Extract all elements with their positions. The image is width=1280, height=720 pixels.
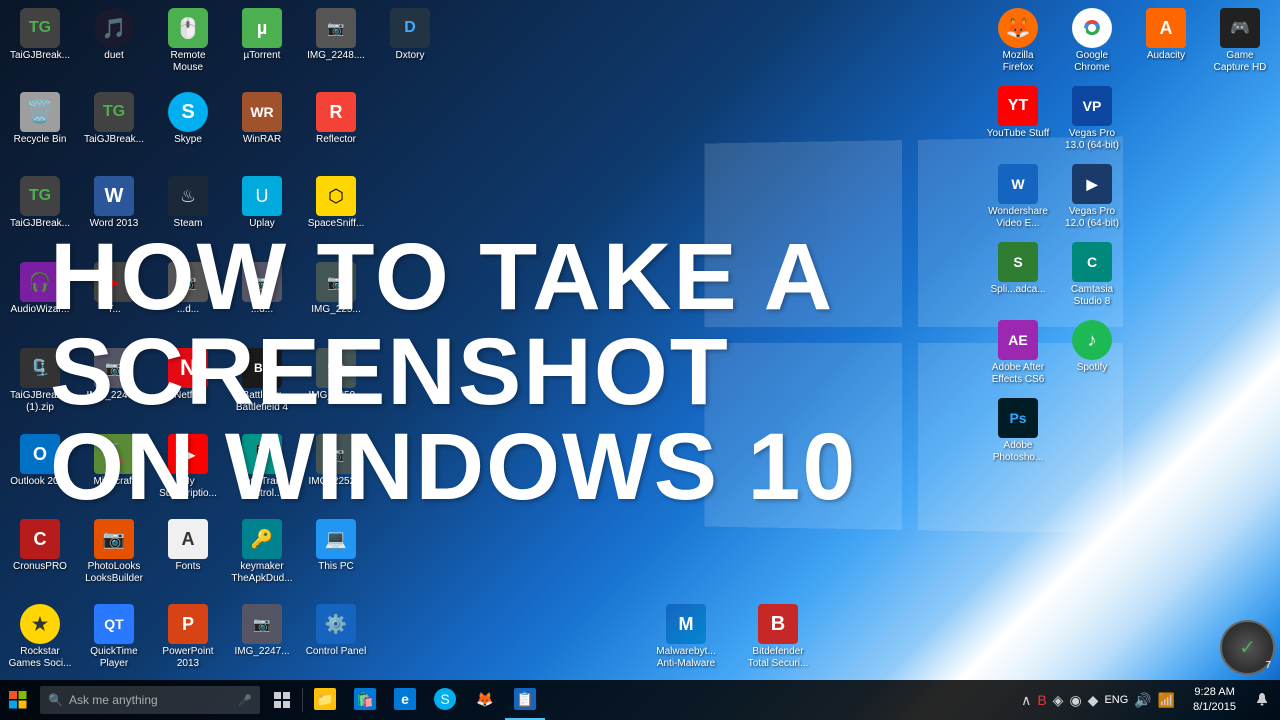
taskbar-clock[interactable]: 9:28 AM 8/1/2015: [1185, 685, 1244, 716]
notification-circle[interactable]: ✓ 7: [1220, 620, 1275, 675]
icon-taigjbreak2[interactable]: TG TaiGJBreak...: [78, 88, 150, 150]
icon-this-pc[interactable]: 💻 This PC: [300, 515, 372, 589]
icon-fonts[interactable]: A Fonts: [152, 515, 224, 589]
taskbar-search[interactable]: 🔍 Ask me anything 🎤: [40, 686, 260, 714]
icon-game-capture[interactable]: 🎮 Game Capture HD: [1204, 4, 1276, 78]
taskbar-systray: ∧ B ◈ ◉ ◆ ENG 🔊 📶: [1019, 690, 1185, 711]
task-view-button[interactable]: [264, 680, 300, 720]
icon-duet[interactable]: 🎵 duet: [78, 4, 150, 78]
systray-bitdefender[interactable]: B: [1035, 690, 1048, 710]
taskbar: 🔍 Ask me anything 🎤 📁 🛍️ e S: [0, 680, 1280, 720]
systray-volume[interactable]: 🔊: [1132, 690, 1153, 711]
taskbar-app-firefox[interactable]: 🦊: [465, 680, 505, 720]
cortana-mic: 🎤: [238, 694, 252, 707]
icon-recycle-bin[interactable]: 🗑️ Recycle Bin: [4, 88, 76, 150]
icon-remote-mouse[interactable]: 🖱️ Remote Mouse: [152, 4, 224, 78]
icon-img2247[interactable]: 📷 IMG_2247...: [226, 600, 298, 674]
icon-photolooks[interactable]: 📷 PhotoLooks LooksBuilder: [78, 515, 150, 589]
icon-winrar[interactable]: WR WinRAR: [226, 88, 298, 150]
start-button[interactable]: [0, 680, 36, 720]
icon-keymaker[interactable]: 🔑 keymaker TheApkDud...: [226, 515, 298, 589]
systray-icon2[interactable]: ◉: [1067, 690, 1083, 711]
icon-firefox[interactable]: 🦊 Mozilla Firefox: [982, 4, 1054, 78]
icon-reflector[interactable]: R Reflector: [300, 88, 372, 150]
icon-dxtory[interactable]: D Dxtory: [374, 4, 446, 78]
overlay-title: HOW TO TAKE A SCREENSHOT: [50, 230, 1280, 420]
systray-arrow[interactable]: ∧: [1019, 690, 1033, 711]
clock-time: 9:28 AM: [1194, 685, 1234, 700]
notif-number: 7: [1265, 660, 1271, 671]
clock-date: 8/1/2015: [1193, 700, 1236, 715]
systray-keyboard[interactable]: ENG: [1102, 692, 1130, 708]
systray-network[interactable]: 📶: [1156, 690, 1177, 711]
taskbar-divider1: [302, 688, 303, 712]
icon-malwarebytes[interactable]: M Malwarebyt... Anti-Malware: [650, 600, 722, 674]
icon-img2248[interactable]: 📷 IMG_2248....: [300, 4, 372, 78]
taskbar-app-explorer[interactable]: 📁: [305, 680, 345, 720]
overlay-text: HOW TO TAKE A SCREENSHOT ON WINDOWS 10: [50, 230, 1280, 515]
taskbar-app-skype[interactable]: S: [425, 680, 465, 720]
icon-rockstar[interactable]: ★ Rockstar Games Soci...: [4, 600, 76, 674]
icon-control-panel[interactable]: ⚙️ Control Panel: [300, 600, 372, 674]
icon-bitdefender[interactable]: B Bitdefender Total Securi...: [742, 600, 814, 674]
taskbar-app-active[interactable]: 📋: [505, 680, 545, 720]
search-placeholder-text: Ask me anything: [69, 693, 158, 707]
notification-button[interactable]: [1244, 680, 1280, 720]
icon-cronuspro[interactable]: C CronusPRO: [4, 515, 76, 589]
icon-utorrent[interactable]: µ µTorrent: [226, 4, 298, 78]
icon-quicktime[interactable]: QT QuickTime Player: [78, 600, 150, 674]
search-icon: 🔍: [48, 693, 63, 707]
icon-audacity[interactable]: A Audacity: [1130, 4, 1202, 78]
icon-skype[interactable]: S Skype: [152, 88, 224, 150]
overlay-subtitle: ON WINDOWS 10: [50, 420, 1280, 515]
taskbar-app-edge[interactable]: e: [385, 680, 425, 720]
icon-chrome[interactable]: Google Chrome: [1056, 4, 1128, 78]
icon-taigjbreak1[interactable]: TG TaiGJBreak...: [4, 4, 76, 78]
systray-icon3[interactable]: ◆: [1086, 690, 1101, 711]
systray-icon1[interactable]: ◈: [1051, 690, 1066, 711]
icon-powerpoint[interactable]: P PowerPoint 2013: [152, 600, 224, 674]
notif-checkmark: ✓: [1239, 635, 1256, 660]
taskbar-app-store[interactable]: 🛍️: [345, 680, 385, 720]
desktop: HOW TO TAKE A SCREENSHOT ON WINDOWS 10 T…: [0, 0, 1280, 720]
